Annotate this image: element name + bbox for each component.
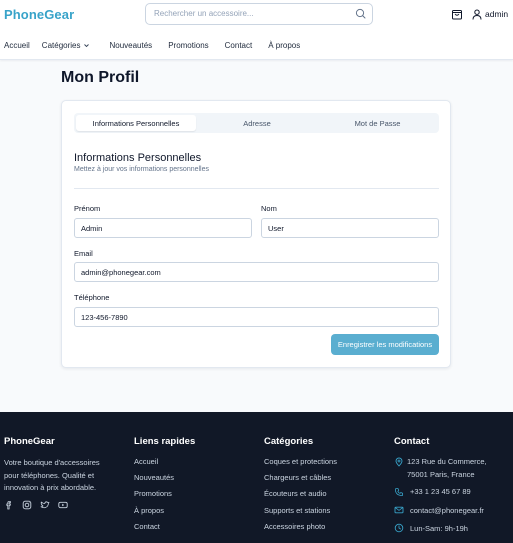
- user-icon: [472, 9, 482, 20]
- phone-label: Téléphone: [74, 293, 110, 302]
- footer-description-line: Votre boutique d'accessoires: [4, 458, 100, 467]
- email-label: Email: [74, 249, 93, 258]
- footer-link-contact[interactable]: Contact: [134, 522, 160, 531]
- footer-category-link[interactable]: Coques et protections: [264, 457, 337, 466]
- footer-phone[interactable]: +33 1 23 45 67 89: [410, 487, 471, 496]
- footer-link-accueil[interactable]: Accueil: [134, 457, 158, 466]
- nav-item-accueil[interactable]: Accueil: [4, 41, 30, 50]
- nav-item-a-propos[interactable]: À propos: [268, 41, 300, 50]
- clock-icon: [394, 523, 404, 533]
- last-name-label: Nom: [261, 204, 277, 213]
- footer-brand-title: PhoneGear: [4, 436, 55, 447]
- tab-adresse[interactable]: Adresse: [197, 115, 317, 131]
- mail-icon: [394, 506, 404, 514]
- footer-quick-links-title: Liens rapides: [134, 436, 196, 447]
- section-title: Informations Personnelles: [74, 152, 202, 164]
- footer-category-link[interactable]: Accessoires photo: [264, 522, 325, 531]
- section-divider: [74, 188, 439, 189]
- footer-link-a-propos[interactable]: À propos: [134, 506, 164, 515]
- tab-mot-de-passe[interactable]: Mot de Passe: [318, 115, 437, 131]
- email-field[interactable]: admin@phonegear.com: [74, 262, 439, 282]
- search-input[interactable]: Rechercher un accessoire...: [145, 3, 373, 25]
- chevron-down-icon: [84, 44, 90, 48]
- nav-item-promotions[interactable]: Promotions: [168, 41, 208, 50]
- footer-email[interactable]: contact@phonegear.fr: [410, 506, 484, 515]
- youtube-icon[interactable]: [58, 500, 68, 510]
- footer-address-line: 75001 Paris, France: [407, 469, 475, 479]
- page-title: Mon Profil: [61, 69, 140, 86]
- site-logo[interactable]: PhoneGear: [4, 7, 74, 22]
- footer-category-link[interactable]: Supports et stations: [264, 506, 330, 515]
- user-name: admin: [485, 9, 509, 19]
- footer-hours: Lun-Sam: 9h-19h: [410, 524, 468, 533]
- phone-field[interactable]: 123-456-7890: [74, 307, 439, 327]
- user-menu[interactable]: admin: [472, 8, 508, 20]
- footer-category-link[interactable]: Écouteurs et audio: [264, 489, 327, 498]
- nav-item-nouveautes[interactable]: Nouveautés: [109, 41, 152, 50]
- nav-item-categories-label: Catégories: [41, 41, 81, 50]
- search-icon[interactable]: [354, 7, 368, 21]
- site-footer: PhoneGear Votre boutique d'accessoires p…: [0, 412, 513, 543]
- tab-informations-personnelles[interactable]: Informations Personnelles: [76, 115, 196, 131]
- footer-address: 123 Rue du Commerce, 75001 Paris, France: [407, 456, 487, 481]
- footer-contact-title: Contact: [394, 436, 430, 447]
- last-name-field[interactable]: User: [261, 218, 439, 238]
- facebook-icon[interactable]: [4, 500, 14, 510]
- footer-address-line: 123 Rue du Commerce,: [407, 457, 487, 466]
- twitter-icon[interactable]: [40, 500, 50, 510]
- footer-link-promotions[interactable]: Promotions: [134, 489, 172, 498]
- first-name-field[interactable]: Admin: [74, 218, 252, 238]
- nav-item-contact[interactable]: Contact: [225, 41, 253, 50]
- save-button[interactable]: Enregistrer les modifications: [331, 334, 439, 355]
- shopping-bag-icon[interactable]: [451, 8, 463, 20]
- nav-item-categories[interactable]: Catégories: [42, 41, 91, 50]
- phone-icon: [395, 488, 403, 496]
- profile-tabs: Informations Personnelles Adresse Mot de…: [74, 113, 439, 133]
- section-subtitle: Mettez à jour vos informations personnel…: [74, 166, 210, 173]
- instagram-icon[interactable]: [22, 500, 32, 510]
- first-name-label: Prénom: [74, 204, 101, 213]
- main-nav: Accueil Catégories Nouveautés Promotions…: [4, 41, 300, 50]
- footer-link-nouveautes[interactable]: Nouveautés: [134, 473, 174, 482]
- profile-card: Informations Personnelles Adresse Mot de…: [61, 100, 451, 368]
- search-placeholder: Rechercher un accessoire...: [154, 9, 254, 18]
- footer-category-link[interactable]: Chargeurs et câbles: [264, 473, 331, 482]
- footer-brand-description: Votre boutique d'accessoires pour téléph…: [4, 457, 100, 495]
- site-header: PhoneGear Rechercher un accessoire... ad…: [0, 0, 513, 60]
- footer-description-line: innovation à prix abordable.: [4, 483, 97, 492]
- footer-description-line: pour téléphones. Qualité et: [4, 470, 95, 480]
- map-pin-icon: [395, 457, 403, 467]
- footer-categories-title: Catégories: [264, 436, 314, 447]
